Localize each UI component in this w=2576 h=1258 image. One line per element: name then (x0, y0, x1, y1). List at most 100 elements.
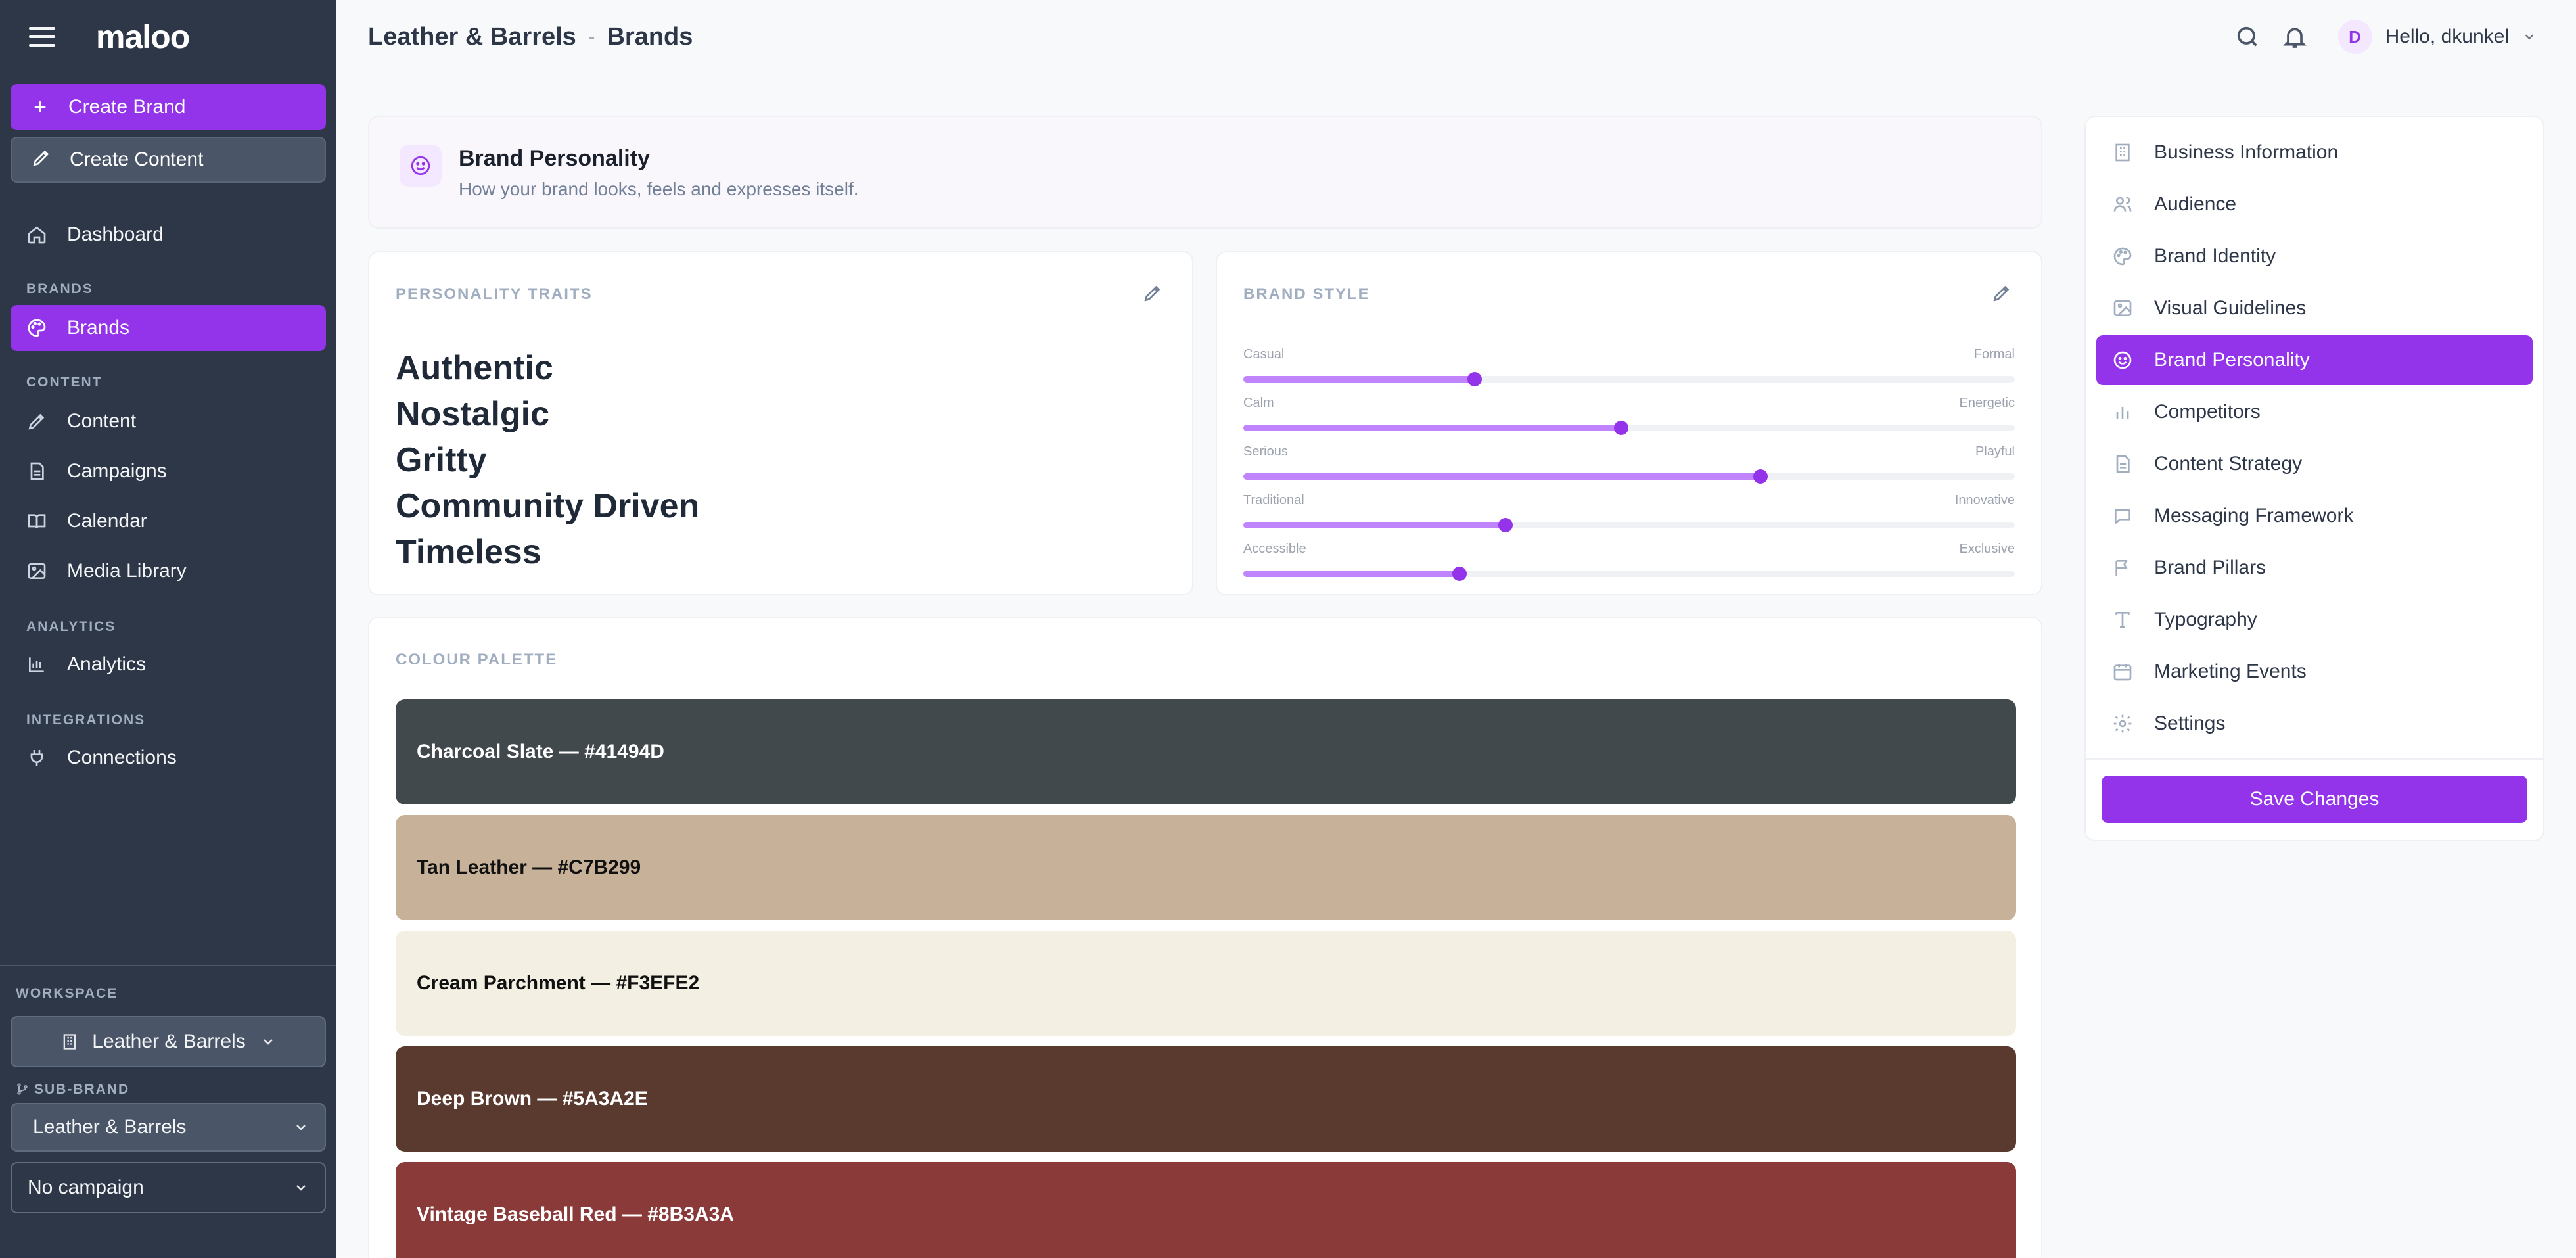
create-content-label: Create Content (70, 149, 204, 170)
building-icon (2115, 143, 2130, 162)
section-nav-item-marketing-events[interactable]: Marketing Events (2096, 647, 2533, 697)
save-changes-button[interactable]: Save Changes (2102, 776, 2527, 823)
avatar[interactable]: D (2337, 20, 2372, 54)
pen-icon (28, 413, 45, 430)
section-nav-label: Content Strategy (2154, 453, 2303, 475)
section-nav-item-content-strategy[interactable]: Content Strategy (2096, 439, 2533, 489)
create-content-button[interactable]: Create Content (11, 137, 326, 183)
slider-track[interactable] (1243, 421, 2015, 435)
section-intro: Brand Personality How your brand looks, … (368, 116, 2042, 229)
breadcrumb-workspace[interactable]: Leather & Barrels (368, 23, 576, 51)
sidebar-item-media-library[interactable]: Media Library (11, 548, 326, 594)
create-brand-button[interactable]: + Create Brand (11, 84, 326, 130)
trait-item: Nostalgic (396, 395, 550, 433)
style-slider[interactable]: Calm Energetic (1243, 396, 2015, 442)
section-nav-divider (2086, 758, 2543, 760)
personality-traits-card: PERSONALITY TRAITS Authentic Nostalgic G… (368, 251, 1193, 595)
section-nav-item-brand-pillars[interactable]: Brand Pillars (2096, 543, 2533, 593)
edit-icon[interactable] (1142, 283, 1163, 304)
slider-track[interactable] (1243, 567, 2015, 581)
style-slider[interactable]: Accessible Exclusive (1243, 542, 2015, 588)
section-nav-item-brand-identity[interactable]: Brand Identity (2096, 231, 2533, 281)
subbrand-label-text: SUB-BRAND (34, 1082, 130, 1097)
chevron-down-icon[interactable] (2522, 30, 2537, 44)
edit-icon[interactable] (1991, 283, 2012, 304)
slider-thumb[interactable] (1452, 567, 1467, 581)
workspace-selector[interactable]: Leather & Barrels (11, 1016, 326, 1067)
slider-left-label: Casual (1243, 347, 1285, 361)
colour-swatch: Vintage Baseball Red — #8B3A3A (396, 1162, 2016, 1258)
document-icon (30, 462, 44, 480)
slider-track[interactable] (1243, 372, 2015, 386)
sidebar-item-brands[interactable]: Brands (11, 305, 326, 351)
sidebar-item-label: Media Library (67, 560, 187, 582)
slider-track[interactable] (1243, 469, 2015, 484)
swatch-label: Vintage Baseball Red — #8B3A3A (417, 1203, 734, 1225)
section-nav-item-competitors[interactable]: Competitors (2096, 387, 2533, 437)
menu-icon[interactable] (29, 27, 55, 47)
sidebar-item-calendar[interactable]: Calendar (11, 498, 326, 544)
page-subtitle: How your brand looks, feels and expresse… (459, 179, 859, 199)
sidebar-item-content[interactable]: Content (11, 398, 326, 444)
slider-thumb[interactable] (1753, 469, 1768, 484)
slider-fill (1243, 376, 1475, 383)
section-label-analytics: ANALYTICS (26, 619, 116, 634)
section-nav-label: Competitors (2154, 401, 2261, 423)
create-brand-label: Create Brand (68, 96, 186, 118)
slider-thumb[interactable] (1498, 518, 1513, 532)
section-nav-item-settings[interactable]: Settings (2096, 699, 2533, 749)
slider-right-label: Formal (1973, 347, 2015, 361)
slider-track[interactable] (1243, 518, 2015, 532)
bell-icon[interactable] (2282, 24, 2308, 50)
style-slider[interactable]: Traditional Innovative (1243, 493, 2015, 539)
search-icon[interactable] (2234, 24, 2261, 50)
section-nav-item-brand-personality[interactable]: Brand Personality (2096, 335, 2533, 385)
colour-palette-card: COLOUR PALETTE Charcoal Slate — #41494D T… (368, 617, 2042, 1258)
section-nav-item-audience[interactable]: Audience (2096, 179, 2533, 229)
card-title: PERSONALITY TRAITS (396, 285, 593, 303)
sidebar-item-connections[interactable]: Connections (11, 735, 326, 781)
slider-right-label: Playful (1975, 444, 2015, 459)
section-nav-item-visual-guidelines[interactable]: Visual Guidelines (2096, 283, 2533, 333)
section-nav-label: Messaging Framework (2154, 505, 2354, 526)
swatch-label: Cream Parchment — #F3EFE2 (417, 972, 700, 994)
sidebar-divider (0, 965, 336, 966)
section-nav-label: Marketing Events (2154, 661, 2307, 682)
book-icon (28, 514, 46, 528)
section-nav-item-typography[interactable]: Typography (2096, 595, 2533, 645)
trait-item: Timeless (396, 533, 541, 571)
sidebar-item-label: Content (67, 410, 137, 432)
sidebar-item-analytics[interactable]: Analytics (11, 641, 326, 687)
section-nav-label: Brand Identity (2154, 245, 2276, 267)
swatch-label: Charcoal Slate — #41494D (417, 741, 664, 762)
building-icon (63, 1034, 76, 1050)
sidebar-item-label: Brands (67, 317, 130, 338)
slider-thumb[interactable] (1614, 421, 1629, 435)
section-nav-item-business-information[interactable]: Business Information (2096, 128, 2533, 177)
sidebar-item-campaigns[interactable]: Campaigns (11, 448, 326, 494)
user-greeting[interactable]: Hello, dkunkel (2385, 26, 2509, 48)
slider-fill (1243, 522, 1506, 528)
section-nav-label: Visual Guidelines (2154, 297, 2307, 319)
subbrand-label: SUB-BRAND (16, 1082, 129, 1098)
style-slider[interactable]: Serious Playful (1243, 444, 2015, 490)
colour-swatch: Tan Leather — #C7B299 (396, 815, 2016, 920)
trait-item: Authentic (396, 349, 553, 387)
section-nav-item-messaging-framework[interactable]: Messaging Framework (2096, 491, 2533, 541)
chevron-down-icon (263, 1039, 273, 1045)
users-icon (2113, 197, 2132, 212)
section-nav-label: Business Information (2154, 141, 2339, 163)
chevron-down-icon (296, 1125, 306, 1130)
subbrand-select[interactable]: Leather & Barrels (11, 1103, 326, 1152)
colour-swatch: Cream Parchment — #F3EFE2 (396, 931, 2016, 1036)
sidebar: maloo + Create Brand Create Content Dash… (0, 0, 336, 1258)
swatch-label: Deep Brown — #5A3A2E (417, 1088, 648, 1109)
section-nav-label: Typography (2154, 609, 2257, 630)
plug-icon (30, 750, 43, 766)
slider-thumb[interactable] (1467, 372, 1483, 386)
style-slider[interactable]: Casual Formal (1243, 347, 2015, 393)
sidebar-item-dashboard[interactable]: Dashboard (11, 212, 326, 258)
pen-icon (30, 147, 53, 172)
campaign-select[interactable]: No campaign (11, 1162, 326, 1213)
palette-icon (28, 319, 46, 337)
